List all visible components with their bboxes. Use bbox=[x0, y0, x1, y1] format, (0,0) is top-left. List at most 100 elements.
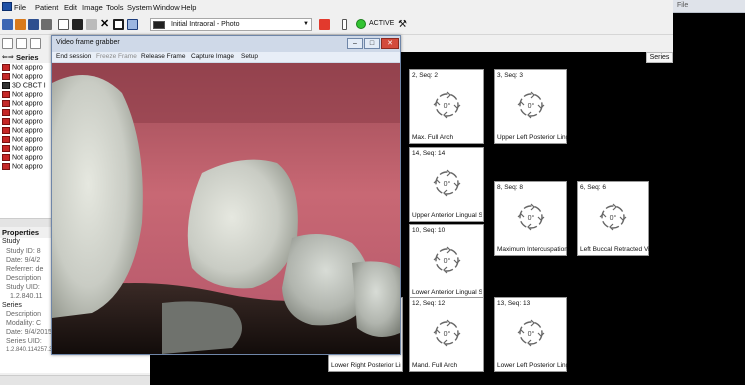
image-thumbnail[interactable]: 12, Seq: 12 0° Mand. Full Arch bbox=[409, 297, 484, 372]
grabber-title: Video frame grabber bbox=[56, 39, 120, 46]
thumbnail-label: Upper Left Posterior Ling bbox=[497, 134, 567, 141]
rotate-placeholder-icon: 0° bbox=[433, 246, 460, 273]
nav-arrows-icon[interactable]: ⇐⇒ bbox=[2, 53, 14, 61]
photo-series-icon bbox=[2, 127, 10, 134]
open-icon[interactable] bbox=[15, 19, 26, 30]
series-list-item[interactable]: Not appro bbox=[2, 109, 43, 118]
save-icon[interactable] bbox=[28, 19, 39, 30]
thumbnail-title: 3, Seq: 3 bbox=[497, 72, 524, 79]
image-thumbnail[interactable]: 8, Seq: 8 0° Maximum Intercuspation bbox=[494, 181, 567, 256]
release-frame-menu-item[interactable]: Release Frame bbox=[141, 53, 185, 60]
image-thumbnail[interactable]: 14, Seq: 14 0° Upper Anterior Lingual S bbox=[409, 147, 484, 222]
chevron-down-icon: ▼ bbox=[303, 21, 309, 27]
series-list-item-label: Not appro bbox=[12, 64, 43, 72]
device-icon[interactable] bbox=[342, 19, 347, 30]
close-button[interactable]: ✕ bbox=[381, 38, 399, 49]
series-list-item-label: Not appro bbox=[12, 163, 43, 171]
end-session-menu-item[interactable]: End session bbox=[56, 53, 91, 60]
series-list-item-label: Not appro bbox=[12, 118, 43, 126]
new-patient-icon[interactable] bbox=[2, 19, 13, 30]
menu-help[interactable]: Help bbox=[181, 3, 196, 12]
menu-file[interactable]: File bbox=[14, 3, 26, 12]
series-list-item[interactable]: Not appro bbox=[2, 100, 43, 109]
series-list-item[interactable]: Not appro bbox=[2, 64, 43, 73]
window-icon[interactable] bbox=[58, 19, 69, 30]
monitor-icon[interactable] bbox=[127, 19, 138, 30]
rotate-placeholder-icon: 0° bbox=[517, 91, 544, 118]
grid-icon[interactable] bbox=[113, 19, 124, 30]
template-select[interactable]: Initial Intraoral - Photo ▼ bbox=[150, 18, 312, 31]
tools-icon[interactable]: ⚒ bbox=[398, 19, 409, 30]
image-thumbnail[interactable]: 10, Seq: 10 0° Lower Anterior Lingual S bbox=[409, 224, 484, 299]
series-list-item[interactable]: Not appro bbox=[2, 154, 43, 163]
rotation-angle: 0° bbox=[527, 330, 534, 338]
series-list-item[interactable]: Not appro bbox=[2, 91, 43, 100]
photo-series-icon bbox=[2, 73, 10, 80]
binoculars-icon[interactable] bbox=[72, 19, 83, 30]
study-description: Description bbox=[6, 275, 42, 282]
template-select-value: Initial Intraoral - Photo bbox=[171, 21, 240, 28]
series-list-item-label: Not appro bbox=[12, 154, 43, 162]
menu-patient[interactable]: Patient bbox=[35, 3, 58, 12]
thumbnail-title: 8, Seq: 8 bbox=[497, 184, 524, 191]
menu-window[interactable]: Window bbox=[153, 3, 180, 12]
maximize-button[interactable]: □ bbox=[364, 38, 380, 49]
series-list-item-label: Not appro bbox=[12, 136, 43, 144]
thumbnail-title: 10, Seq: 10 bbox=[412, 227, 446, 234]
series-list-item[interactable]: Not appro bbox=[2, 127, 43, 136]
series-list-item-label: Not appro bbox=[12, 127, 43, 135]
menu-image[interactable]: Image bbox=[82, 3, 103, 12]
image-thumbnail[interactable]: 6, Seq: 6 0° Left Buccal Retracted Vie bbox=[577, 181, 650, 256]
menu-tools[interactable]: Tools bbox=[106, 3, 124, 12]
series-list-item[interactable]: Not appro bbox=[2, 163, 43, 172]
photo-series-icon bbox=[2, 154, 10, 161]
view-icon[interactable] bbox=[2, 38, 13, 49]
setup-menu-item[interactable]: Setup bbox=[241, 53, 258, 60]
minimize-button[interactable]: – bbox=[347, 38, 363, 49]
study-header: Study bbox=[2, 238, 20, 245]
thumbnail-label: Upper Anterior Lingual S bbox=[412, 212, 482, 219]
series-list-item[interactable]: Not appro bbox=[2, 145, 43, 154]
ct-series-icon bbox=[2, 82, 10, 89]
study-date: Date: 9/4/2 bbox=[6, 257, 41, 264]
photo-series-icon bbox=[2, 136, 10, 143]
thumbnail-title: 6, Seq: 6 bbox=[580, 184, 607, 191]
record-icon[interactable] bbox=[319, 19, 330, 30]
secondary-menu-file[interactable]: File bbox=[677, 2, 688, 9]
layout-icon[interactable] bbox=[16, 38, 27, 49]
secondary-monitor-panel: File bbox=[673, 0, 745, 385]
properties-scrollbar[interactable] bbox=[0, 375, 150, 385]
image-thumbnail[interactable]: 3, Seq: 3 0° Upper Left Posterior Ling bbox=[494, 69, 567, 144]
menu-system[interactable]: System bbox=[127, 3, 152, 12]
rotation-angle: 0° bbox=[610, 214, 617, 222]
image-thumbnail[interactable]: 13, Seq: 13 0° Lower Left Posterior Ling bbox=[494, 297, 567, 372]
image-thumbnail[interactable]: 2, Seq: 2 0° Max. Full Arch bbox=[409, 69, 484, 144]
settings-icon[interactable] bbox=[86, 19, 97, 30]
series-list-item[interactable]: 3D CBCT I bbox=[2, 82, 46, 91]
menu-edit[interactable]: Edit bbox=[64, 3, 77, 12]
thumbnail-label: Max. Full Arch bbox=[412, 134, 454, 141]
freeze-frame-menu-item[interactable]: Freeze Frame bbox=[96, 53, 137, 60]
series-description: Description bbox=[6, 311, 42, 318]
thumbnail-label: Lower Anterior Lingual S bbox=[412, 289, 482, 296]
rotation-angle: 0° bbox=[443, 257, 450, 265]
series-list-item[interactable]: Not appro bbox=[2, 136, 43, 145]
tab-series[interactable]: Series bbox=[646, 52, 673, 63]
print-icon[interactable] bbox=[41, 19, 52, 30]
series-uid-label: Series UID: bbox=[6, 338, 42, 345]
series-list-item-label: Not appro bbox=[12, 109, 43, 117]
series-list-item[interactable]: Not appro bbox=[2, 118, 43, 127]
series-list-item[interactable]: Not appro bbox=[2, 73, 43, 82]
photo-series-icon bbox=[2, 163, 10, 170]
thumbnail-label: Lower Right Posterior Lin bbox=[331, 362, 401, 369]
rotation-angle: 0° bbox=[443, 330, 450, 338]
delete-icon[interactable]: ✕ bbox=[100, 19, 111, 30]
rotate-placeholder-icon: 0° bbox=[517, 203, 544, 230]
status-active-label: ACTIVE bbox=[369, 20, 395, 27]
thumbnail-label: Maximum Intercuspation bbox=[497, 246, 567, 253]
capture-image-menu-item[interactable]: Capture Image bbox=[191, 53, 234, 60]
study-uid-value: 1.2.840.11 bbox=[10, 293, 43, 300]
properties-title: Properties bbox=[2, 228, 40, 237]
intraoral-video-feed bbox=[52, 63, 400, 354]
arrows-icon[interactable] bbox=[30, 38, 41, 49]
